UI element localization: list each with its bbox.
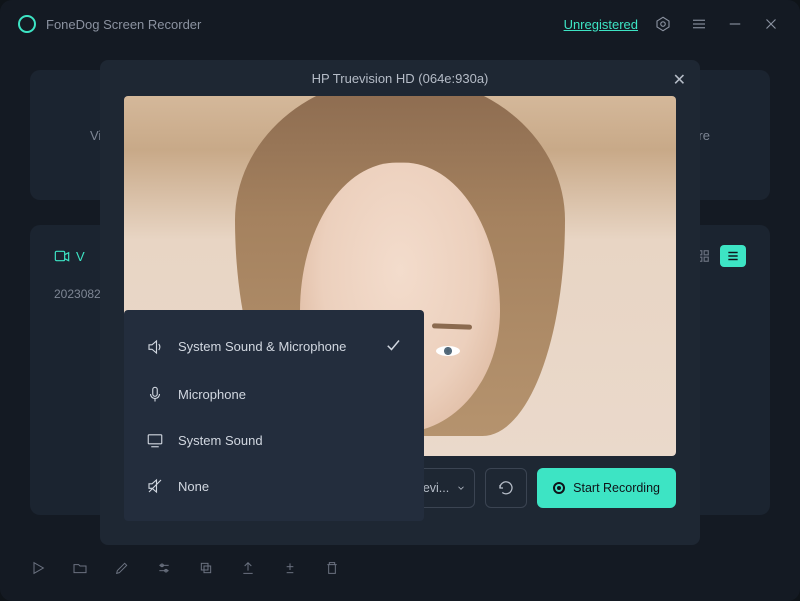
speaker-icon [146, 338, 164, 356]
microphone-icon [146, 385, 164, 403]
audio-option-label: System Sound [178, 433, 263, 448]
titlebar-controls: Unregistered [564, 13, 782, 35]
audio-option-label: None [178, 479, 209, 494]
chevron-down-icon [456, 483, 466, 493]
list-view-icon[interactable] [720, 245, 746, 267]
trash-icon[interactable] [324, 560, 340, 581]
undo-button[interactable] [485, 468, 527, 508]
play-icon[interactable] [30, 560, 46, 581]
minimize-icon[interactable] [724, 13, 746, 35]
audio-option-system-sound[interactable]: System Sound [124, 417, 424, 463]
app-logo-icon [18, 15, 36, 33]
sliders-icon[interactable] [156, 560, 172, 581]
menu-icon[interactable] [688, 13, 710, 35]
app-title: FoneDog Screen Recorder [46, 17, 201, 32]
audio-option-none[interactable]: None [124, 463, 424, 509]
audio-option-label: Microphone [178, 387, 246, 402]
upload-icon[interactable] [240, 560, 256, 581]
monitor-icon [146, 431, 164, 449]
audio-option-system-and-mic[interactable]: System Sound & Microphone [124, 322, 424, 371]
record-dot-icon [553, 482, 565, 494]
modal-close-icon[interactable]: ✕ [673, 70, 686, 90]
check-icon [384, 336, 402, 357]
add-icon[interactable] [282, 560, 298, 581]
tab-video[interactable]: V [54, 249, 85, 264]
camera-title: HP Truevision HD (064e:930a) [312, 71, 489, 86]
tab-video-label: V [76, 249, 85, 264]
start-recording-button[interactable]: Start Recording [537, 468, 676, 508]
folder-icon[interactable] [72, 560, 88, 581]
layers-icon[interactable] [198, 560, 214, 581]
edit-icon[interactable] [114, 560, 130, 581]
audio-option-label: System Sound & Microphone [178, 339, 346, 354]
audio-dropdown: System Sound & Microphone Microphone Sys… [124, 310, 424, 521]
app-window: FoneDog Screen Recorder Unregistered Vid… [0, 0, 800, 601]
titlebar: FoneDog Screen Recorder Unregistered [0, 0, 800, 48]
unregistered-link[interactable]: Unregistered [564, 17, 638, 32]
modal-header: HP Truevision HD (064e:930a) ✕ [100, 60, 700, 96]
preview-eye [436, 346, 460, 356]
settings-hex-icon[interactable] [652, 13, 674, 35]
bottom-tools [30, 560, 340, 581]
close-icon[interactable] [760, 13, 782, 35]
audio-option-microphone[interactable]: Microphone [124, 371, 424, 417]
start-recording-label: Start Recording [573, 481, 660, 495]
mute-icon [146, 477, 164, 495]
